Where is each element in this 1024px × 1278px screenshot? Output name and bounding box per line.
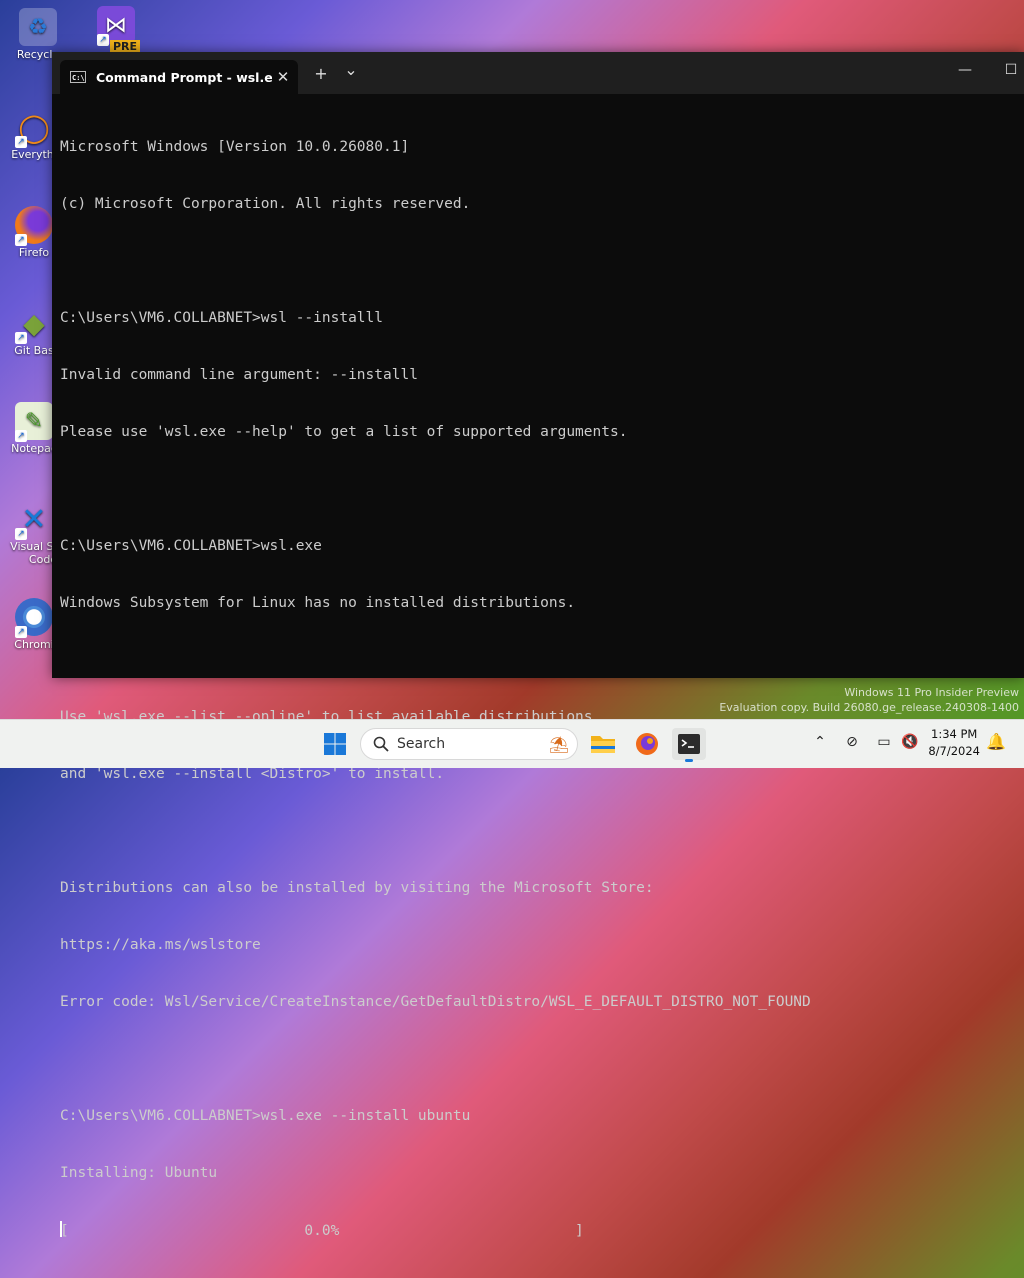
- close-tab-icon[interactable]: ✕: [272, 68, 294, 86]
- terminal-icon: [678, 734, 700, 754]
- search-highlight-icon: ⛱: [548, 734, 569, 754]
- tab-dropdown-chevron-icon[interactable]: ⌄: [338, 60, 364, 79]
- maximize-button[interactable]: ☐: [996, 62, 1024, 78]
- tab-title: Command Prompt - wsl.exe -: [96, 69, 272, 85]
- console-line: (c) Microsoft Corporation. All rights re…: [60, 196, 471, 212]
- shortcut-arrow-icon: ↗: [97, 34, 109, 46]
- progress-line: [ 0.0% ]: [60, 1221, 1016, 1240]
- notepad-plus-plus-icon: ✎ ↗: [15, 402, 53, 442]
- display-icon[interactable]: ▭: [874, 734, 894, 750]
- firefox-icon: [636, 733, 658, 755]
- git-bash-icon: ◆ ↗: [15, 304, 53, 344]
- terminal-window: C:\ Command Prompt - wsl.exe - ✕ + ⌄ — ☐…: [52, 52, 1024, 1239]
- terminal-taskbar-button[interactable]: [672, 728, 706, 762]
- chromium-icon: ↗: [15, 598, 53, 638]
- shortcut-arrow-icon: ↗: [15, 234, 27, 246]
- file-explorer-button[interactable]: [586, 728, 620, 760]
- search-placeholder: Search: [397, 736, 446, 752]
- console-line: Microsoft Windows [Version 10.0.26080.1]: [60, 139, 410, 155]
- console-line: Windows Subsystem for Linux has no insta…: [60, 595, 576, 611]
- notifications-bell-icon[interactable]: 🔔: [986, 732, 1006, 751]
- new-tab-button[interactable]: +: [308, 64, 334, 83]
- search-icon: [373, 736, 389, 752]
- visual-studio-preview-icon: ⋈ ↗: [97, 6, 135, 46]
- shortcut-arrow-icon: ↗: [15, 626, 27, 638]
- shortcut-arrow-icon: ↗: [15, 430, 27, 442]
- vscode-icon: ✕ ↗: [15, 500, 53, 540]
- show-hidden-icons-chevron-icon[interactable]: ⌃: [810, 734, 830, 750]
- console-line: Invalid command line argument: --install…: [60, 367, 418, 383]
- firefox-taskbar-button[interactable]: [630, 728, 664, 760]
- recycle-bin-icon: ♻: [19, 8, 57, 46]
- watermark-line-2: Evaluation copy. Build 26080.ge_release.…: [719, 701, 1019, 714]
- minimize-button[interactable]: —: [950, 62, 980, 78]
- start-icon: [324, 733, 346, 755]
- evaluation-watermark: Windows 11 Pro Insider Preview Evaluatio…: [719, 685, 1019, 715]
- console-line: Error code: Wsl/Service/CreateInstance/G…: [60, 994, 811, 1010]
- clock-time: 1:34 PM: [931, 727, 978, 741]
- console-line: C:\Users\VM6.COLLABNET>wsl.exe: [60, 538, 322, 554]
- system-clock[interactable]: 1:34 PM 8/7/2024: [928, 726, 980, 760]
- title-bar[interactable]: C:\ Command Prompt - wsl.exe - ✕ + ⌄ — ☐: [52, 52, 1024, 94]
- shortcut-arrow-icon: ↗: [15, 136, 27, 148]
- tab-command-prompt[interactable]: C:\ Command Prompt - wsl.exe - ✕: [60, 60, 298, 94]
- active-app-indicator: [685, 759, 693, 762]
- command-prompt-icon: C:\: [70, 71, 86, 83]
- everything-search-icon: ◯ ↗: [15, 108, 53, 148]
- start-button[interactable]: [318, 728, 352, 760]
- network-offline-icon[interactable]: ⊘: [842, 734, 862, 750]
- shortcut-arrow-icon: ↗: [15, 528, 27, 540]
- console-line: Please use 'wsl.exe --help' to get a lis…: [60, 424, 628, 440]
- console-line: Installing: Ubuntu: [60, 1165, 218, 1181]
- console-line: C:\Users\VM6.COLLABNET>wsl.exe --install…: [60, 1108, 471, 1124]
- console-line: https://aka.ms/wslstore: [60, 937, 261, 953]
- clock-date: 8/7/2024: [928, 744, 980, 758]
- file-explorer-icon: [591, 736, 615, 753]
- console-line: C:\Users\VM6.COLLABNET>wsl --installl: [60, 310, 384, 326]
- taskbar-search-box[interactable]: Search ⛱: [360, 728, 578, 760]
- console-line: Distributions can also be installed by v…: [60, 880, 654, 896]
- watermark-line-1: Windows 11 Pro Insider Preview: [844, 686, 1019, 699]
- progress-text: [ 0.0% ]: [60, 1223, 584, 1239]
- shortcut-arrow-icon: ↗: [15, 332, 27, 344]
- taskbar: Search ⛱ ⌃ ⊘ ▭ 🔇 1:34 PM 8/7/2024 🔔: [0, 719, 1024, 768]
- volume-muted-icon[interactable]: 🔇: [900, 734, 920, 750]
- firefox-icon: ↗: [15, 206, 53, 246]
- desktop-icon-visual-studio-preview[interactable]: ⋈ ↗ PRE: [86, 6, 146, 53]
